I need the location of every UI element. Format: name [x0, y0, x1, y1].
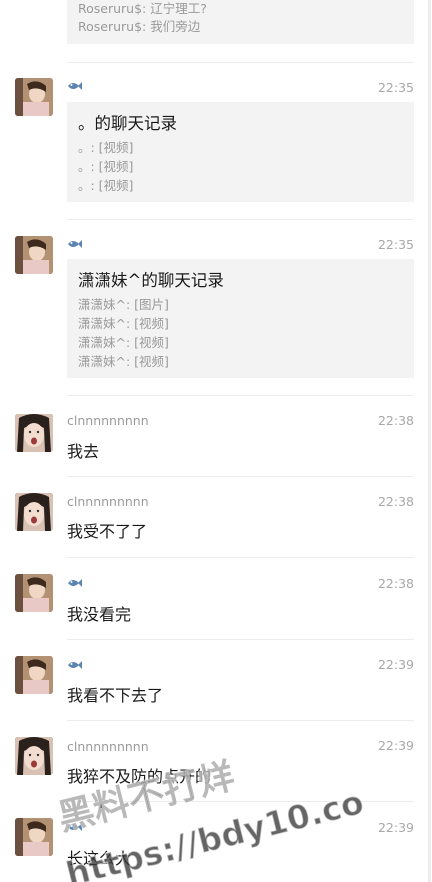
message-item: clnnnnnnnnn 22:39 我猝不及防的点开的 [0, 720, 432, 800]
record-line: 潇潇妹^: [图片] [78, 297, 169, 312]
message-text: 我去 [67, 442, 100, 461]
fish-icon [68, 579, 82, 587]
record-title: 。的聊天记录 [78, 114, 177, 133]
divider [67, 801, 414, 802]
avatar[interactable] [15, 737, 53, 775]
record-title: 潇潇妹^的聊天记录 [78, 271, 224, 290]
record-line: 潇潇妹^: [视频] [78, 316, 169, 331]
message-time: 22:38 [377, 494, 414, 509]
message-text: 我看不下去了 [67, 686, 164, 705]
avatar[interactable] [15, 656, 53, 694]
divider [67, 639, 414, 640]
fish-icon [68, 82, 82, 90]
message-item: 22:35 潇潇妹^的聊天记录 潇潇妹^: [图片] 潇潇妹^: [视频] 潇潇… [0, 219, 432, 389]
fish-icon [68, 240, 82, 248]
message-item: 22:39 长这么大 [0, 801, 432, 882]
sender-name: clnnnnnnnnn [67, 413, 149, 428]
divider [67, 219, 414, 220]
divider [67, 62, 414, 63]
message-text: 我猝不及防的点开的 [67, 767, 212, 786]
avatar[interactable] [15, 78, 53, 116]
divider [67, 720, 414, 721]
avatar[interactable] [15, 818, 53, 856]
avatar[interactable] [15, 236, 53, 274]
message-item: clnnnnnnnnn 22:38 我去 [0, 395, 432, 475]
record-line: Roseruru$: 我们旁边 [78, 19, 201, 34]
record-line: 。: [视频] [78, 178, 134, 193]
avatar[interactable] [15, 493, 53, 531]
chat-record-card[interactable]: 。的聊天记录 。: [视频] 。: [视频] 。: [视频] [67, 102, 414, 202]
scrollbar[interactable] [428, 0, 431, 882]
divider [67, 476, 414, 477]
avatar[interactable] [15, 414, 53, 452]
message-time: 22:38 [377, 576, 414, 591]
avatar[interactable] [15, 574, 53, 612]
message-item: 22:39 我看不下去了 [0, 639, 432, 719]
chat-record-card[interactable]: 潇潇妹^的聊天记录 潇潇妹^: [图片] 潇潇妹^: [视频] 潇潇妹^: [视… [67, 259, 414, 378]
message-time: 22:39 [377, 657, 414, 672]
fish-icon [68, 661, 82, 669]
message-item: 22:35 。的聊天记录 。: [视频] 。: [视频] 。: [视频] [0, 62, 432, 212]
message-time: 22:35 [377, 237, 414, 252]
divider [67, 557, 414, 558]
message-time: 22:39 [377, 738, 414, 753]
message-time: 22:38 [377, 413, 414, 428]
message-item: 22:38 我没看完 [0, 557, 432, 637]
message-text: 我没看完 [67, 605, 132, 624]
message-time: 22:35 [377, 80, 414, 95]
chat-history-page: Roseruru$: 辽宁理工? Roseruru$: 我们旁边 22:35 。… [0, 0, 432, 882]
record-line: 。: [视频] [78, 159, 134, 174]
divider [67, 395, 414, 396]
sender-name: clnnnnnnnnn [67, 494, 149, 509]
record-line: Roseruru$: 辽宁理工? [78, 1, 207, 16]
message-item: clnnnnnnnnn 22:38 我受不了了 [0, 476, 432, 556]
record-line: 。: [视频] [78, 140, 134, 155]
message-text: 我受不了了 [67, 522, 148, 541]
message-time: 22:39 [377, 820, 414, 835]
record-line: 潇潇妹^: [视频] [78, 335, 169, 350]
message-text: 长这么大 [67, 849, 132, 868]
chat-record-card-partial[interactable]: Roseruru$: 辽宁理工? Roseruru$: 我们旁边 [67, 0, 414, 44]
sender-name: clnnnnnnnnn [67, 739, 149, 754]
record-line: 潇潇妹^: [视频] [78, 354, 169, 369]
fish-icon [68, 823, 82, 831]
